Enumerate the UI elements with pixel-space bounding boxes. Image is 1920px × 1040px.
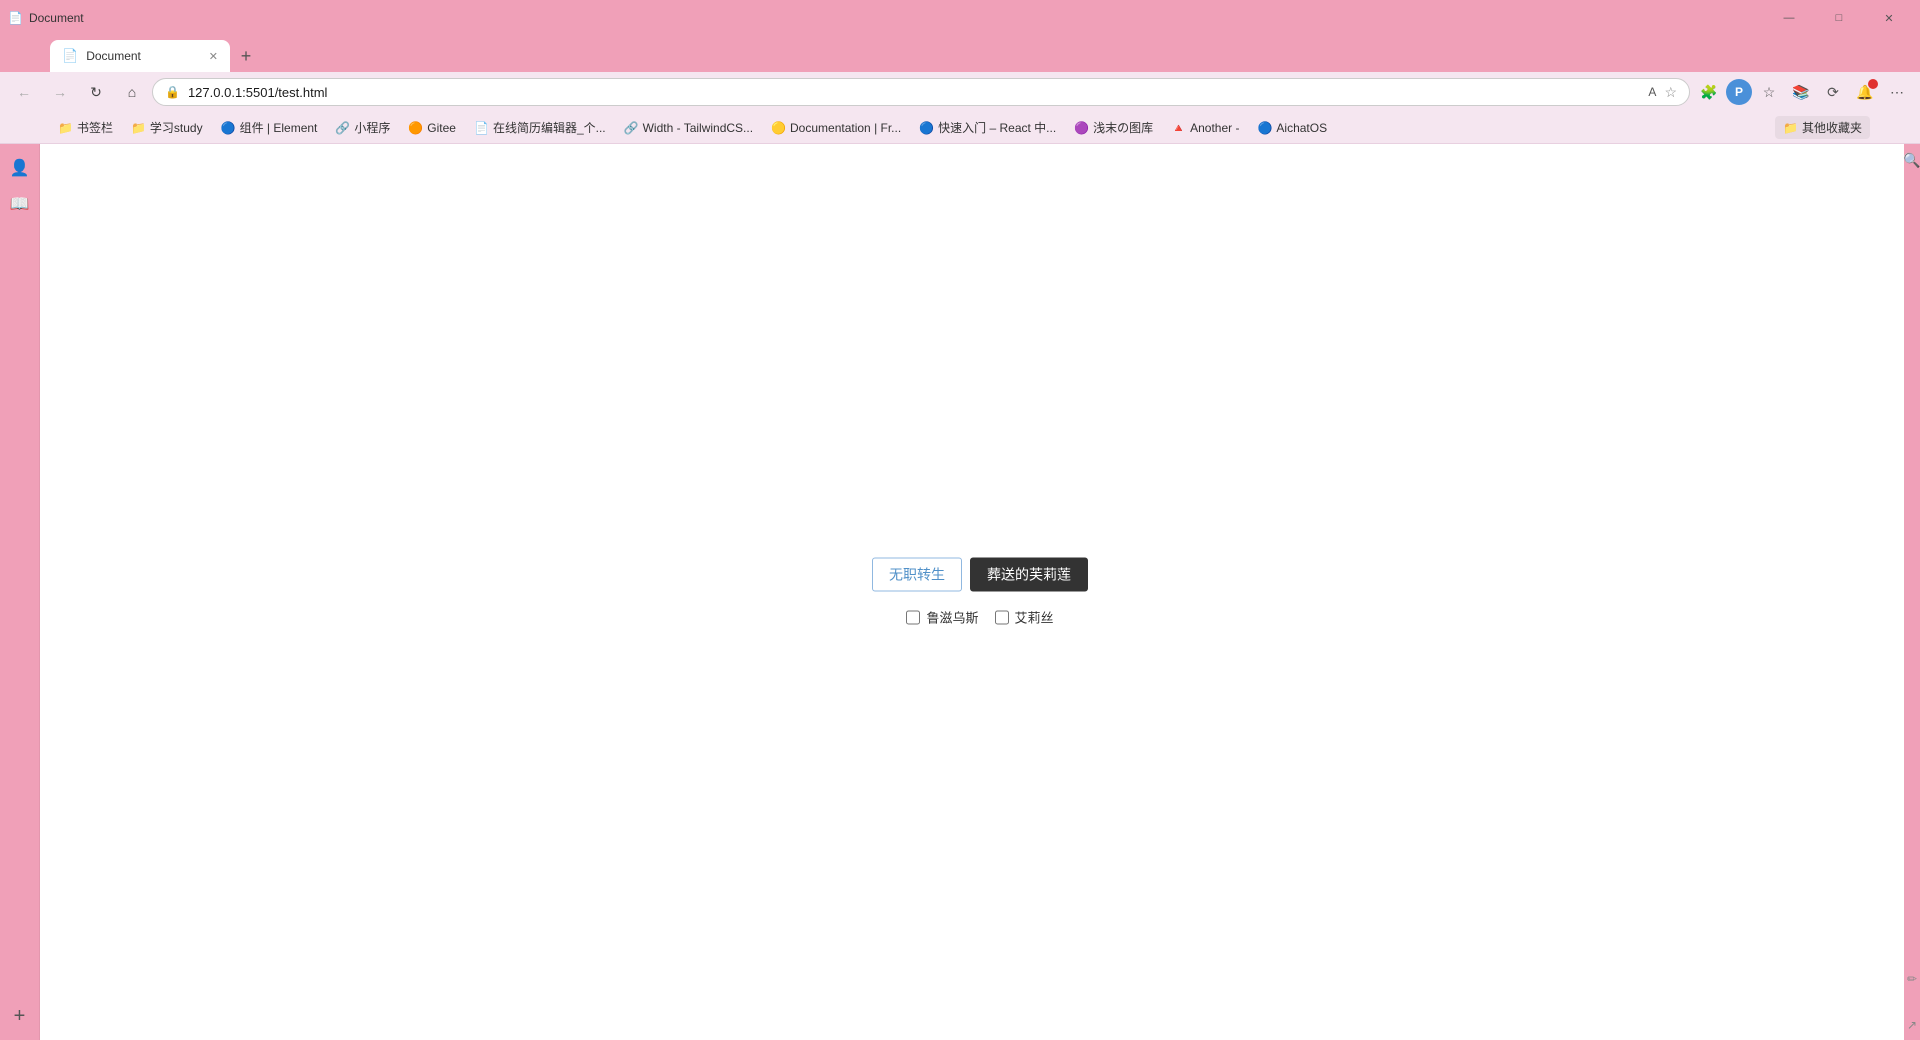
extensions-button[interactable]: 🧩 [1694, 77, 1724, 107]
collections-button[interactable]: 📚 [1786, 77, 1816, 107]
minimize-button[interactable]: — [1766, 2, 1812, 34]
home-button[interactable]: ⌂ [116, 76, 148, 108]
browser-window: 📄 Document — □ ✕ 📄 Document ✕ + ← → ↻ ⌂ … [0, 0, 1920, 1040]
favorites-button[interactable]: ☆ [1754, 77, 1784, 107]
bookmark-label-3: 组件 | Element [240, 119, 318, 136]
translate-icon: A [1648, 85, 1656, 99]
address-bar[interactable]: 🔒 127.0.0.1:5501/test.html A ☆ [152, 78, 1690, 106]
bookmark-gitee[interactable]: 🟠 Gitee [400, 118, 464, 138]
bookmark-label: 书签栏 [77, 119, 113, 136]
checkbox-row: 鲁滋乌斯 艾莉丝 [906, 608, 1053, 627]
sidebar-profile-icon[interactable]: 👤 [4, 152, 36, 184]
bookmark-label-4: 小程序 [354, 119, 390, 136]
title-bar-title: 📄 Document [8, 11, 84, 25]
external-link-icon[interactable]: ↗ [1907, 1018, 1917, 1032]
bookmark-label-2: 学习study [150, 119, 203, 136]
folder-icon-more: 📁 [1783, 121, 1798, 135]
demo-container: 无职转生 葬送的芙莉莲 鲁滋乌斯 艾莉丝 [872, 558, 1088, 627]
btn-biangsong-fulilian[interactable]: 葬送的芙莉莲 [970, 558, 1088, 592]
gitee-icon: 🟠 [408, 121, 423, 135]
bookmark-label-11: Another - [1190, 121, 1239, 135]
forward-button[interactable]: → [44, 76, 76, 108]
bookmark-another[interactable]: 🔺 Another - [1163, 118, 1247, 138]
react-icon: 🔵 [919, 121, 934, 135]
tab-favicon: 📄 [62, 48, 78, 64]
back-button[interactable]: ← [8, 76, 40, 108]
bookmarks-more[interactable]: 📁 其他收藏夹 [1775, 116, 1870, 139]
bookmark-label-7: Width - TailwindCS... [643, 121, 753, 135]
right-edge-panel: 🔍 ✏ ↗ [1904, 144, 1920, 1040]
resume-icon: 📄 [474, 121, 489, 135]
aichat-icon: 🔵 [1257, 121, 1272, 135]
folder-icon-2: 📁 [131, 121, 146, 135]
search-icon[interactable]: 🔍 [1903, 152, 1920, 169]
bookmark-element[interactable]: 🔵 组件 | Element [213, 116, 326, 139]
gallery-icon: 🟣 [1074, 121, 1089, 135]
bookmark-aichat[interactable]: 🔵 AichatOS [1249, 118, 1335, 138]
browser-body: 👤 📖 + 无职转生 葬送的芙莉莲 鲁滋乌斯 [0, 144, 1920, 1040]
bookmark-bookmarks-bar[interactable]: 📁 书签栏 [50, 116, 121, 139]
maximize-button[interactable]: □ [1816, 2, 1862, 34]
docs-icon: 🟡 [771, 121, 786, 135]
close-button[interactable]: ✕ [1866, 2, 1912, 34]
checkbox-luziwusi[interactable]: 鲁滋乌斯 [906, 608, 978, 627]
url-text: 127.0.0.1:5501/test.html [188, 85, 1640, 100]
bookmark-study[interactable]: 📁 学习study [123, 116, 211, 139]
checkbox-ailisi-input[interactable] [995, 610, 1009, 624]
folder-icon: 📁 [58, 121, 73, 135]
sidebar-add-icon[interactable]: + [4, 1000, 36, 1032]
btn-wuzhi-zhuansheng[interactable]: 无职转生 [872, 558, 962, 592]
bookmark-docs[interactable]: 🟡 Documentation | Fr... [763, 118, 909, 138]
bookmark-label-8: Documentation | Fr... [790, 121, 901, 135]
lock-icon: 🔒 [165, 85, 180, 99]
bookmark-label-5: Gitee [427, 121, 456, 135]
refresh-button[interactable]: ↻ [80, 76, 112, 108]
tab-title: Document [29, 11, 84, 25]
tab-close-icon[interactable]: ✕ [209, 50, 218, 63]
checkbox-ailisi[interactable]: 艾莉丝 [995, 608, 1054, 627]
checkbox-luziwusi-input[interactable] [906, 610, 920, 624]
menu-button[interactable]: ⋯ [1882, 77, 1912, 107]
bookmark-label-12: AichatOS [1276, 121, 1327, 135]
bookmarks-more-label: 其他收藏夹 [1802, 119, 1862, 136]
bookmark-tailwind[interactable]: 🔗 Width - TailwindCS... [616, 118, 761, 138]
new-tab-button[interactable]: + [232, 42, 260, 70]
bookmark-miniapp[interactable]: 🔗 小程序 [327, 116, 398, 139]
miniapp-icon: 🔗 [335, 121, 350, 135]
button-row: 无职转生 葬送的芙莉莲 [872, 558, 1088, 592]
bookmarks-bar: 📁 书签栏 📁 学习study 🔵 组件 | Element 🔗 小程序 🟠 G… [0, 112, 1920, 144]
title-bar-left: 📄 Document [8, 11, 84, 25]
tailwind-icon: 🔗 [624, 121, 639, 135]
profile-button[interactable]: P [1726, 79, 1752, 105]
active-tab[interactable]: 📄 Document ✕ [50, 40, 230, 72]
edit-icon[interactable]: ✏ [1907, 972, 1917, 986]
another-icon: 🔺 [1171, 121, 1186, 135]
sidebar-left: 👤 📖 + [0, 144, 40, 1040]
window-controls: — □ ✕ [1766, 2, 1912, 34]
profile-container: P [1726, 79, 1752, 105]
star-icon[interactable]: ☆ [1664, 84, 1677, 101]
bookmark-resume[interactable]: 📄 在线简历编辑器_个... [466, 116, 614, 139]
checkbox-luziwusi-label: 鲁滋乌斯 [926, 608, 978, 627]
title-bar: 📄 Document — □ ✕ [0, 0, 1920, 36]
bookmark-gallery[interactable]: 🟣 浅末の图库 [1066, 116, 1161, 139]
tab-label: Document [86, 49, 201, 63]
nav-right-icons: 🧩 P ☆ 📚 ⟳ 🔔 ⋯ [1694, 77, 1912, 107]
document-icon: 📄 [8, 11, 23, 25]
bookmark-label-6: 在线简历编辑器_个... [493, 119, 606, 136]
nav-bar: ← → ↻ ⌂ 🔒 127.0.0.1:5501/test.html A ☆ 🧩… [0, 72, 1920, 112]
bookmark-react[interactable]: 🔵 快速入门 – React 中... [911, 116, 1064, 139]
page-content: 无职转生 葬送的芙莉莲 鲁滋乌斯 艾莉丝 🔍 [40, 144, 1920, 1040]
history-button[interactable]: ⟳ [1818, 77, 1848, 107]
checkbox-ailisi-label: 艾莉丝 [1015, 608, 1054, 627]
tab-bar: 📄 Document ✕ + [0, 36, 1920, 72]
bookmark-label-9: 快速入门 – React 中... [938, 119, 1056, 136]
notif-container: 🔔 [1850, 77, 1880, 107]
bookmark-label-10: 浅末の图库 [1093, 119, 1153, 136]
notification-dot [1868, 79, 1878, 89]
element-icon: 🔵 [221, 121, 236, 135]
sidebar-favorites-icon[interactable]: 📖 [4, 188, 36, 220]
